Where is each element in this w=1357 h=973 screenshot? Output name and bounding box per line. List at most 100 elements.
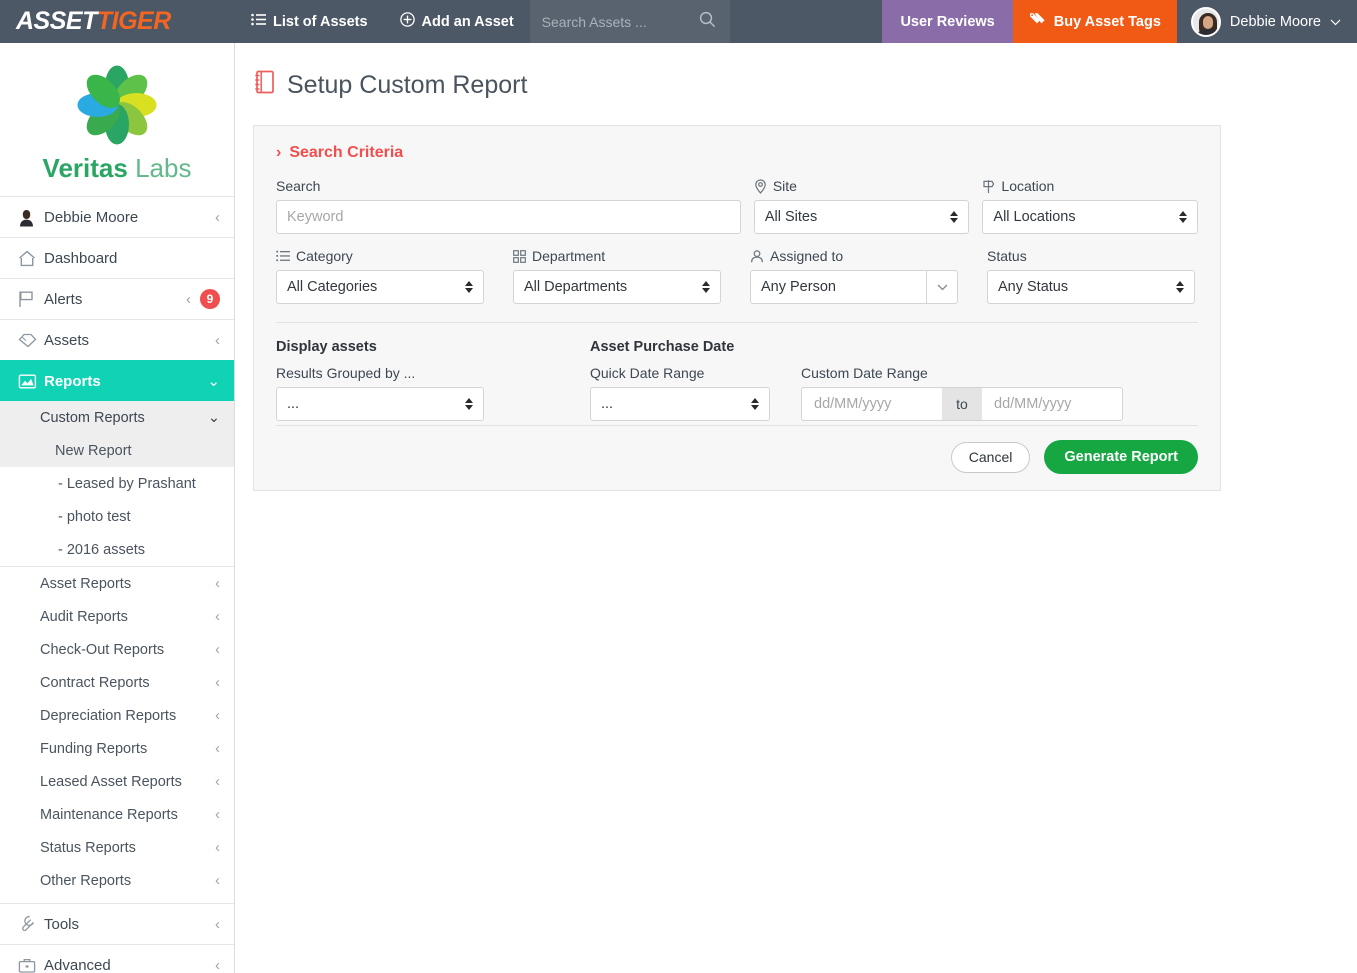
status-select[interactable]: Any Status — [987, 270, 1195, 304]
sidebar-item-contract-reports[interactable]: Contract Reports ‹ — [0, 666, 234, 699]
sidebar-item-new-report[interactable]: New Report — [0, 434, 234, 467]
sidebar-item-tools-label: Tools — [44, 916, 215, 933]
stepper-icon[interactable] — [465, 398, 473, 410]
field-site: Site All Sites — [754, 178, 970, 234]
nav-list-of-assets[interactable]: List of Assets — [235, 0, 384, 43]
sidebar-item-leased-by-prashant-label: - Leased by Prashant — [58, 476, 220, 492]
logo-tiger-text: TIGER — [97, 7, 171, 35]
header-search-box[interactable]: Search Assets ... — [530, 0, 730, 43]
stepper-icon[interactable] — [751, 398, 759, 410]
custom-date-range-label: Custom Date Range — [801, 365, 1123, 381]
sidebar-item-maintenance-reports[interactable]: Maintenance Reports ‹ — [0, 798, 234, 831]
sidebar-item-audit-reports-label: Audit Reports — [40, 609, 215, 625]
wrench-icon — [18, 915, 44, 933]
sidebar-item-other-reports[interactable]: Other Reports ‹ — [0, 864, 234, 897]
sidebar-item-advanced[interactable]: Advanced ‹ — [0, 944, 234, 973]
results-grouped-by-value: ... — [287, 396, 465, 412]
sidebar-item-dashboard[interactable]: Dashboard — [0, 237, 234, 278]
location-field-label: Location — [1001, 178, 1054, 194]
asset-purchase-date-heading: Asset Purchase Date — [590, 339, 1123, 355]
cancel-button[interactable]: Cancel — [951, 442, 1031, 473]
quick-date-range-select[interactable]: ... — [590, 387, 770, 421]
sidebar-item-debbie-moore-label: Debbie Moore — [44, 209, 215, 226]
nav-list-of-assets-label: List of Assets — [273, 14, 368, 30]
sidebar-item-leased-by-prashant[interactable]: - Leased by Prashant — [0, 467, 234, 500]
chevron-left-icon: ‹ — [215, 332, 220, 349]
chevron-left-icon: ‹ — [215, 807, 220, 823]
list-bullets-icon — [276, 250, 290, 262]
user-menu[interactable]: Debbie Moore — [1177, 0, 1357, 43]
sidebar-item-photo-test[interactable]: - photo test — [0, 500, 234, 533]
search-icon[interactable] — [699, 11, 716, 33]
search-label: Search — [276, 178, 741, 194]
stepper-icon[interactable] — [702, 281, 710, 293]
date-from-input[interactable]: dd/MM/yyyy — [801, 387, 942, 421]
notebook-icon — [253, 69, 276, 102]
generate-report-button[interactable]: Generate Report — [1044, 440, 1198, 474]
sidebar-item-contract-reports-label: Contract Reports — [40, 675, 215, 691]
sidebar-item-2016-assets[interactable]: - 2016 assets — [0, 533, 234, 566]
user-reviews-button[interactable]: User Reviews — [882, 0, 1012, 43]
results-grouped-by-select[interactable]: ... — [276, 387, 484, 421]
sidebar-item-leased-asset-reports-label: Leased Asset Reports — [40, 774, 215, 790]
sidebar-item-audit-reports[interactable]: Audit Reports ‹ — [0, 600, 234, 633]
user-reviews-label: User Reviews — [900, 14, 994, 30]
assigned-to-select[interactable]: Any Person — [750, 270, 958, 304]
sidebar-item-reports-label: Reports — [44, 373, 207, 390]
chevron-down-icon[interactable] — [926, 271, 957, 303]
chevron-down-icon: ⌄ — [207, 372, 220, 390]
stepper-icon[interactable] — [465, 281, 473, 293]
sidebar-item-debbie-moore[interactable]: Debbie Moore ‹ — [0, 196, 234, 237]
date-to-input[interactable]: dd/MM/yyyy — [982, 387, 1123, 421]
sidebar-item-status-reports[interactable]: Status Reports ‹ — [0, 831, 234, 864]
sidebar-item-asset-reports[interactable]: Asset Reports ‹ — [0, 567, 234, 600]
department-select[interactable]: All Departments — [513, 270, 721, 304]
page-title: Setup Custom Report — [235, 43, 1357, 102]
sidebar-item-check-out-reports-label: Check-Out Reports — [40, 642, 215, 658]
sidebar-item-tools[interactable]: Tools ‹ — [0, 903, 234, 944]
nav-add-an-asset[interactable]: Add an Asset — [384, 0, 530, 43]
field-assigned-to: Assigned to Any Person — [750, 248, 958, 304]
list-icon — [251, 13, 266, 30]
grid-squares-icon — [513, 250, 526, 263]
sidebar-group-custom-reports-label: Custom Reports — [40, 410, 208, 426]
location-select[interactable]: All Locations — [982, 200, 1198, 234]
sidebar-item-assets[interactable]: Assets ‹ — [0, 319, 234, 360]
results-grouped-by-label: Results Grouped by ... — [276, 365, 590, 381]
alerts-badge: 9 — [200, 289, 220, 309]
chevron-left-icon: ‹ — [215, 609, 220, 625]
search-input[interactable]: Search Assets ... — [542, 14, 647, 30]
sidebar-item-alerts[interactable]: Alerts ‹ 9 — [0, 278, 234, 319]
sidebar-item-new-report-label: New Report — [55, 443, 220, 459]
chevron-left-icon: ‹ — [215, 708, 220, 724]
sidebar-item-depreciation-reports[interactable]: Depreciation Reports ‹ — [0, 699, 234, 732]
status-field-label: Status — [987, 248, 1027, 264]
sidebar-item-reports[interactable]: Reports ⌄ — [0, 360, 234, 401]
field-search: Search Keyword — [276, 178, 741, 234]
sidebar-item-check-out-reports[interactable]: Check-Out Reports ‹ — [0, 633, 234, 666]
stepper-icon[interactable] — [950, 211, 958, 223]
buy-asset-tags-button[interactable]: Buy Asset Tags — [1013, 0, 1177, 43]
app-logo[interactable]: ASSETTIGER — [0, 0, 235, 43]
search-criteria-header[interactable]: › Search Criteria — [276, 144, 1198, 162]
person-icon — [750, 250, 764, 263]
sidebar-item-leased-asset-reports[interactable]: Leased Asset Reports ‹ — [0, 765, 234, 798]
user-name-label: Debbie Moore — [1230, 14, 1321, 30]
organization-brand: Veritas Labs — [0, 43, 234, 196]
site-select[interactable]: All Sites — [754, 200, 970, 234]
date-range-separator: to — [942, 387, 982, 421]
sidebar-item-funding-reports[interactable]: Funding Reports ‹ — [0, 732, 234, 765]
home-icon — [18, 250, 44, 267]
category-select[interactable]: All Categories — [276, 270, 484, 304]
site-field-label: Site — [773, 178, 797, 194]
header-spacer — [730, 0, 883, 43]
sidebar-group-custom-reports[interactable]: Custom Reports ⌄ — [0, 401, 234, 434]
user-photo-icon — [18, 208, 44, 227]
search-keyword-input[interactable]: Keyword — [276, 200, 741, 234]
quick-date-range-field: Quick Date Range ... — [590, 365, 801, 421]
reports-icon — [18, 373, 44, 390]
sidebar-item-assets-label: Assets — [44, 332, 215, 349]
category-select-value: All Categories — [287, 279, 465, 295]
stepper-icon[interactable] — [1176, 281, 1184, 293]
stepper-icon[interactable] — [1179, 211, 1187, 223]
